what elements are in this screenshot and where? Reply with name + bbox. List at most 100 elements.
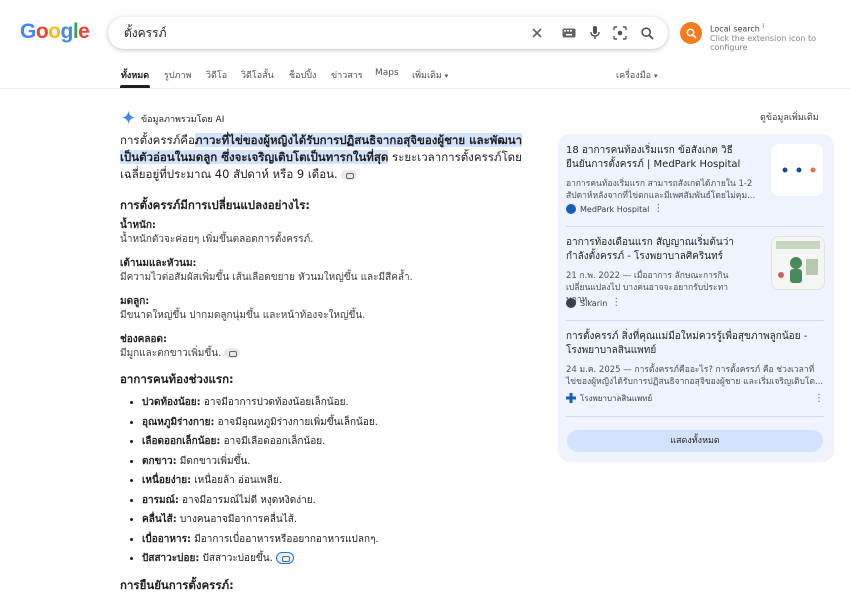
symptom-term: ปัสสาวะบ่อย: bbox=[142, 553, 200, 564]
list-item: เบื่ออาหาร: มีอาการเบื่ออาหารหรืออยากอาห… bbox=[142, 530, 540, 550]
symptom-desc: เหนื่อยล้า อ่อนเพลีย. bbox=[191, 475, 282, 486]
source-name: โรงพยาบาลสินแพทย์ bbox=[580, 394, 653, 403]
extension-subtitle: Click the extension icon to configure bbox=[710, 34, 816, 52]
tab-all[interactable]: ทั้งหมด bbox=[121, 68, 149, 82]
symptom-term: เลือดออกเล็กน้อย: bbox=[142, 436, 221, 447]
source-name: MedPark Hospital bbox=[580, 204, 650, 214]
symptom-desc: อาจมีเลือดออกเล็กน้อย. bbox=[220, 436, 326, 447]
chevron-down-icon: ▾ bbox=[444, 72, 449, 80]
list-item: ปวดท้องน้อย: อาจมีอาการปวดท้องน้อยเล็กน้… bbox=[142, 393, 540, 413]
clear-icon[interactable] bbox=[528, 24, 546, 42]
extension-title-text: Local search bbox=[710, 24, 760, 34]
divider bbox=[566, 416, 824, 417]
symptom-term: คลื่นไส้: bbox=[142, 514, 177, 525]
chevron-down-icon: ▾ bbox=[653, 72, 658, 80]
more-options-icon[interactable]: ⋮ bbox=[814, 393, 824, 403]
tab-images[interactable]: รูปภาพ bbox=[164, 68, 191, 82]
sikarin-favicon-icon bbox=[566, 298, 576, 308]
list-item: อุณหภูมิร่างกาย: อาจมีอุณหภูมิร่างกายเพิ… bbox=[142, 413, 540, 433]
tools-button[interactable]: เครื่องมือ ▾ bbox=[616, 68, 657, 82]
change-text: น้ำหนักตัวจะค่อยๆ เพิ่มขึ้นตลอดการตั้งคร… bbox=[120, 234, 314, 245]
list-item: คลื่นไส้: บางคนอาจมีอาการคลื่นไส้. bbox=[142, 510, 540, 530]
source-card[interactable]: อาการท้องเดือนแรก สัญญาณเริ่มต้นว่ากำลัง… bbox=[566, 236, 825, 316]
ai-overview-content: การตั้งครรภ์คือภาวะที่ไข่ของผู้หญิงได้รั… bbox=[120, 132, 540, 599]
google-logo[interactable]: Google bbox=[20, 20, 90, 44]
keyboard-icon[interactable] bbox=[560, 24, 578, 42]
top-bar: Google ตั้งครรภ์ Local search i Click th… bbox=[0, 0, 850, 64]
symptom-term: เบื่ออาหาร: bbox=[142, 533, 191, 545]
source-card[interactable]: การตั้งครรภ์ สิ่งที่คุณแม่มือใหม่ควรรู้เ… bbox=[566, 330, 824, 410]
divider bbox=[566, 226, 824, 227]
microphone-icon[interactable] bbox=[586, 24, 604, 42]
change-text-with-citation: มีมูกและตกขาวเพิ่มขึ้น. bbox=[120, 347, 540, 361]
change-title: เต้านมและหัวนม: bbox=[120, 258, 197, 269]
symptom-desc: อาจมีอาการปวดท้องน้อยเล็กน้อย. bbox=[200, 397, 349, 408]
citation-link-icon[interactable] bbox=[341, 169, 358, 180]
symptom-desc: ปัสสาวะบ่อยขึ้น. bbox=[199, 553, 273, 564]
divider bbox=[566, 320, 824, 321]
camera-lens-icon[interactable] bbox=[611, 24, 629, 42]
tab-short-videos[interactable]: วิดีโอสั้น bbox=[241, 68, 274, 82]
symptom-desc: อาจมีอารมณ์ไม่ดี หงุดหงิดง่าย. bbox=[178, 494, 316, 506]
more-options-icon[interactable]: ⋮ bbox=[653, 204, 663, 214]
source-title[interactable]: 18 อาการคนท้องเริ่มแรก ข้อสังเกต วิธียืน… bbox=[566, 144, 756, 172]
symptom-term: เหนื่อยง่าย: bbox=[142, 475, 192, 486]
extension-title: Local search i bbox=[710, 23, 765, 34]
tab-maps[interactable]: Maps bbox=[375, 68, 399, 78]
tab-shopping[interactable]: ช็อปปิ้ง bbox=[289, 68, 316, 82]
list-item: ปัสสาวะบ่อย: ปัสสาวะบ่อยขึ้น. bbox=[142, 549, 540, 569]
source-attribution: Sikarin ⋮ bbox=[566, 298, 621, 308]
extension-search-icon[interactable] bbox=[680, 22, 702, 44]
source-snippet: อาการคนท้องเริ่มแรก สามารถสังเกตได้ภายใน… bbox=[566, 179, 756, 201]
change-title: มดลูก: bbox=[120, 296, 150, 307]
more-options-icon[interactable]: ⋮ bbox=[611, 298, 621, 308]
logo-letter: g bbox=[60, 20, 74, 43]
search-box[interactable]: ตั้งครรภ์ bbox=[108, 17, 668, 49]
source-snippet: 24 ม.ค. 2025 — การตั้งครรภ์คืออะไร? การต… bbox=[566, 365, 824, 387]
section-title: การตั้งครรภ์มีการเปลี่ยนแปลงอย่างไร: bbox=[120, 198, 311, 212]
sources-panel: 18 อาการคนท้องเริ่มแรก ข้อสังเกต วิธียืน… bbox=[558, 134, 834, 462]
logo-letter: o bbox=[48, 20, 61, 43]
source-attribution: MedPark Hospital ⋮ bbox=[566, 204, 663, 214]
cross-favicon-icon bbox=[566, 392, 576, 405]
change-text: มีมูกและตกขาวเพิ่มขึ้น. bbox=[120, 348, 222, 359]
source-title[interactable]: อาการท้องเดือนแรก สัญญาณเริ่มต้นว่ากำลัง… bbox=[566, 236, 756, 264]
change-title: น้ำหนัก: bbox=[120, 220, 156, 231]
symptom-term: ปวดท้องน้อย: bbox=[142, 397, 201, 408]
tab-more[interactable]: เพิ่มเติม ▾ bbox=[412, 68, 448, 82]
active-tab-indicator bbox=[120, 85, 150, 88]
symptom-desc: อาจมีอุณหภูมิร่างกายเพิ่มขึ้นเล็กน้อย. bbox=[214, 416, 378, 428]
logo-letter: e bbox=[78, 20, 90, 43]
list-item: ตกขาว: มีตกขาวเพิ่มขึ้น. bbox=[142, 452, 540, 472]
tab-videos[interactable]: วิดีโอ bbox=[206, 68, 227, 82]
tab-news[interactable]: ข่าวสาร bbox=[331, 68, 363, 82]
search-icon[interactable] bbox=[638, 24, 656, 42]
intro-prefix: การตั้งครรภ์คือ bbox=[120, 133, 195, 147]
list-item: อารมณ์: อาจมีอารมณ์ไม่ดี หงุดหงิดง่าย. bbox=[142, 491, 540, 511]
search-tabs: ทั้งหมด รูปภาพ วิดีโอ วิดีโอสั้น ช็อปปิ้… bbox=[0, 64, 850, 89]
source-thumbnail[interactable] bbox=[771, 236, 825, 290]
list-item: เหนื่อยง่าย: เหนื่อยล้า อ่อนเพลีย. bbox=[142, 471, 540, 491]
symptom-term: ตกขาว: bbox=[142, 455, 177, 467]
symptom-term: อุณหภูมิร่างกาย: bbox=[142, 416, 215, 428]
sparkle-icon bbox=[122, 109, 135, 128]
section-title: อาการคนท้องช่วงแรก: bbox=[120, 372, 234, 386]
show-all-button[interactable]: แสดงทั้งหมด bbox=[567, 430, 823, 452]
list-item: เลือดออกเล็กน้อย: อาจมีเลือดออกเล็กน้อย. bbox=[142, 432, 540, 452]
change-text: มีขนาดใหญ่ขึ้น ปากมดลูกนุ่มขึ้น และหน้าท… bbox=[120, 310, 366, 321]
symptom-desc: บางคนอาจมีอาการคลื่นไส้. bbox=[176, 514, 298, 525]
symptom-desc: มีตกขาวเพิ่มขึ้น. bbox=[176, 455, 251, 467]
source-thumbnail[interactable] bbox=[771, 144, 823, 196]
more-info-link[interactable]: ดูข้อมูลเพิ่มเติม bbox=[760, 110, 819, 124]
citation-link-icon[interactable] bbox=[224, 348, 241, 358]
source-title[interactable]: การตั้งครรภ์ สิ่งที่คุณแม่มือใหม่ควรรู้เ… bbox=[566, 330, 824, 358]
symptom-desc: มีอาการเบื่ออาหารหรืออยากอาหารแปลกๆ. bbox=[190, 533, 379, 545]
dots-image-icon bbox=[782, 167, 816, 173]
source-card[interactable]: 18 อาการคนท้องเริ่มแรก ข้อสังเกต วิธียืน… bbox=[566, 144, 824, 232]
change-text: มีความไวต่อสัมผัสเพิ่มขึ้น เส้นเลือดขยาย… bbox=[120, 272, 413, 283]
medpark-favicon-icon bbox=[566, 204, 576, 214]
symptom-term: อารมณ์: bbox=[142, 494, 179, 506]
citation-link-icon[interactable] bbox=[275, 552, 294, 564]
intro-paragraph: การตั้งครรภ์คือภาวะที่ไข่ของผู้หญิงได้รั… bbox=[120, 132, 540, 183]
search-input[interactable]: ตั้งครรภ์ bbox=[124, 24, 166, 43]
